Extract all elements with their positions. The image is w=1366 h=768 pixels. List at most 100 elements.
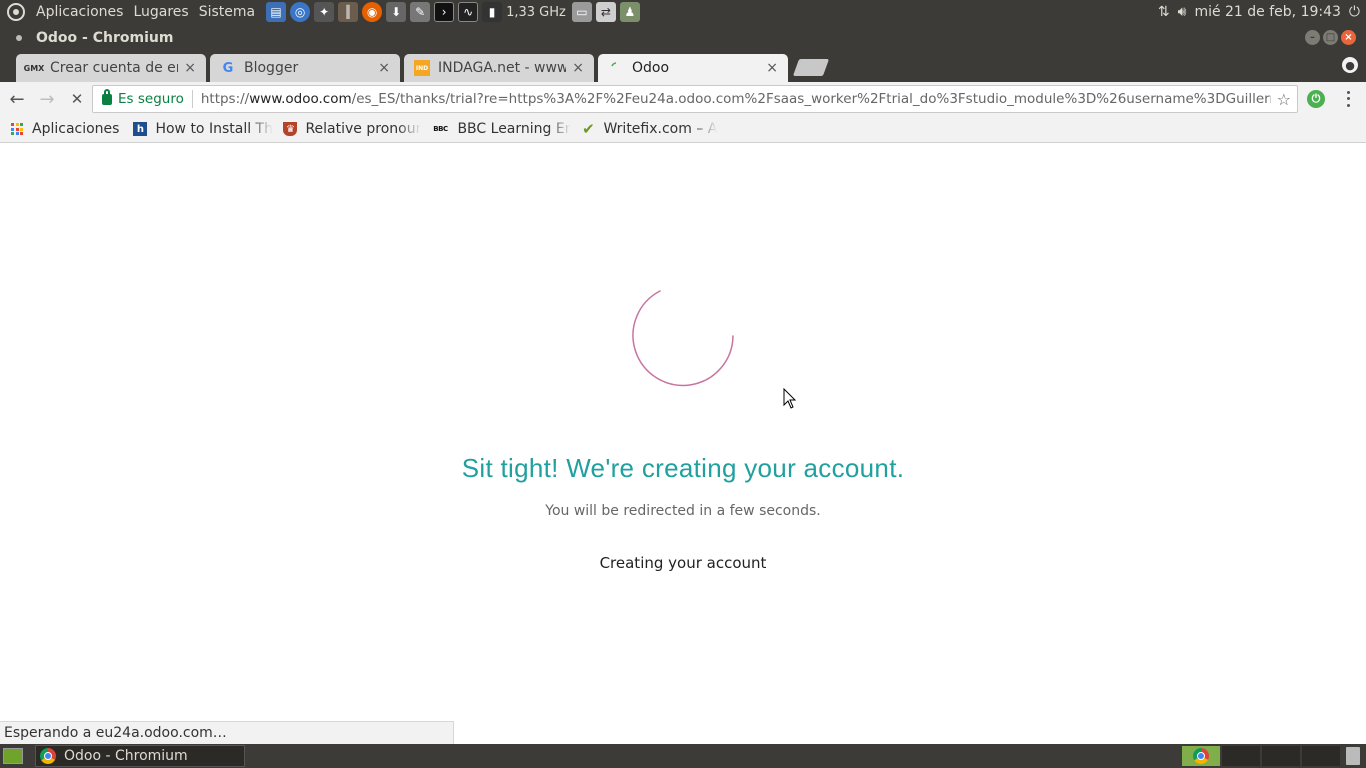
close-window-button[interactable]: × [1341, 30, 1356, 45]
page-content: Sit tight! We're creating your account. … [0, 143, 1366, 744]
workspace-1[interactable] [1182, 746, 1220, 766]
divider [191, 90, 193, 108]
gmx-favicon-icon: GMX [23, 63, 45, 73]
loading-spinner [632, 290, 734, 387]
launcher-bar: ▤ ◎ ✦ ║ ◉ ⬇ ✎ › ∿ ▮ [266, 2, 503, 22]
bookmark-bbc[interactable]: BBC BBC Learning En [431, 121, 571, 137]
chromium-icon [40, 748, 56, 764]
menu-aplicaciones[interactable]: Aplicaciones [31, 0, 128, 24]
tab-close-icon[interactable]: × [378, 60, 390, 76]
cpu-monitor-icon[interactable]: ▮ [482, 2, 503, 22]
shield-favicon-icon: ♛ [283, 122, 298, 136]
firefox-launcher-icon[interactable]: ◉ [362, 2, 383, 22]
system-tray: ⇅ 🔊︎ mié 21 de feb, 19:43 ⏻ [1158, 0, 1366, 24]
window-title: Odoo - Chromium [36, 30, 174, 46]
minimize-button[interactable]: – [1305, 30, 1320, 45]
loading-favicon-icon [608, 60, 624, 76]
back-button[interactable]: ← [4, 86, 30, 112]
tab-label: Blogger [244, 60, 299, 76]
bookmark-label: Relative pronour [305, 121, 422, 137]
status-bubble: Esperando a eu24a.odoo.com… [0, 721, 454, 744]
app-launcher-icon[interactable]: ✦ [314, 2, 335, 22]
taskbar-window-label: Odoo - Chromium [64, 748, 188, 764]
bookmark-writefix[interactable]: ✔ Writefix.com – A [581, 121, 721, 137]
disk-icon[interactable]: ▭ [571, 2, 592, 22]
bookmark-label: How to Install Th [155, 121, 273, 137]
menu-lugares[interactable]: Lugares [128, 0, 193, 24]
download-launcher-icon[interactable]: ⬇ [386, 2, 407, 22]
new-tab-button[interactable] [792, 59, 830, 76]
volume-icon[interactable]: 🔊︎ [1178, 4, 1187, 20]
workspace-4[interactable] [1302, 746, 1340, 766]
window-menu-icon[interactable] [16, 35, 22, 41]
address-bar[interactable]: Es seguro https://www.odoo.com/es_ES/tha… [92, 85, 1298, 113]
bookmark-star-icon[interactable]: ☆ [1277, 90, 1291, 109]
profile-icon[interactable]: ● [1342, 57, 1358, 73]
system-menus: Aplicaciones Lugares Sistema [31, 0, 260, 24]
forward-button[interactable]: → [34, 86, 60, 112]
taskbar-window-button[interactable]: Odoo - Chromium [35, 745, 245, 767]
trash-icon[interactable] [1346, 747, 1360, 765]
window-controls: – □ × [1305, 30, 1356, 45]
tab-close-icon[interactable]: × [572, 60, 584, 76]
indaga-favicon-icon: IND [414, 60, 430, 76]
maximize-button[interactable]: □ [1323, 30, 1338, 45]
extension-icon[interactable]: ⏻ [1307, 90, 1325, 108]
progress-status: Creating your account [599, 554, 767, 572]
menu-sistema[interactable]: Sistema [194, 0, 260, 24]
check-favicon-icon: ✔ [582, 121, 595, 137]
url-path: /es_ES/thanks/trial?re=https%3A%2F%2Feu2… [351, 91, 1271, 107]
url-text[interactable]: https://www.odoo.com/es_ES/thanks/trial?… [201, 91, 1271, 107]
bookmark-how-to-install[interactable]: h How to Install Th [133, 121, 273, 137]
text-editor-launcher-icon[interactable]: ✎ [410, 2, 431, 22]
tab-indaga[interactable]: IND INDAGA.net - www. × [404, 54, 594, 82]
tab-blogger[interactable]: G Blogger × [210, 54, 400, 82]
bbc-favicon-icon: BBC [433, 125, 448, 133]
power-icon[interactable]: ⏻ [1349, 4, 1360, 20]
document-launcher-icon[interactable]: ▤ [266, 2, 287, 22]
window-titlebar[interactable]: Odoo - Chromium – □ × [0, 24, 1366, 52]
google-favicon-icon: G [222, 60, 234, 76]
workspace-3[interactable] [1262, 746, 1300, 766]
user-launcher-icon[interactable]: ♟ [619, 2, 640, 22]
system-monitor-icon[interactable]: ∿ [458, 2, 479, 22]
bookmark-apps[interactable]: Aplicaciones [10, 121, 119, 137]
extra-launchers: ▭ ⇄ ♟ [571, 2, 640, 22]
top-panel: Aplicaciones Lugares Sistema ▤ ◎ ✦ ║ ◉ ⬇… [0, 0, 1366, 24]
screenshot-icon[interactable]: ⇄ [595, 2, 616, 22]
tab-label: Odoo [632, 60, 670, 76]
security-label[interactable]: Es seguro [118, 91, 184, 107]
tab-odoo[interactable]: Odoo × [598, 54, 788, 82]
lock-icon[interactable] [102, 88, 112, 105]
chromium-icon [1193, 748, 1209, 764]
ubuntu-logo-icon[interactable] [7, 3, 25, 21]
bookmarks-bar: Aplicaciones h How to Install Th ♛ Relat… [0, 116, 1366, 143]
stop-loading-button[interactable]: ✕ [64, 86, 90, 112]
url-scheme: https:// [200, 91, 250, 107]
tab-strip: GMX Crear cuenta de em × G Blogger × IND… [0, 52, 1366, 82]
network-icon[interactable]: ⇅ [1158, 4, 1170, 20]
tab-close-icon[interactable]: × [766, 60, 778, 76]
bottom-taskbar: Odoo - Chromium [0, 744, 1366, 768]
chromium-launcher-icon[interactable]: ◎ [290, 2, 311, 22]
apps-grid-icon [10, 122, 24, 136]
mouse-cursor-icon [783, 388, 797, 409]
redirect-message: You will be redirected in a few seconds. [545, 503, 821, 519]
workspace-switcher [1182, 746, 1340, 766]
browser-toolbar: ← → ✕ Es seguro https://www.odoo.com/es_… [0, 82, 1366, 116]
tab-label: INDAGA.net - www. [438, 60, 567, 76]
tab-close-icon[interactable]: × [184, 60, 196, 76]
terminal-launcher-icon[interactable]: › [434, 2, 455, 22]
bookmark-label: BBC Learning En [457, 121, 572, 137]
bookmark-label: Writefix.com – A [603, 121, 718, 137]
page-headline: Sit tight! We're creating your account. [461, 453, 905, 483]
h-favicon-icon: h [133, 122, 148, 136]
browser-menu-button[interactable] [1340, 89, 1356, 109]
library-launcher-icon[interactable]: ║ [338, 2, 359, 22]
url-host: www.odoo.com [249, 91, 352, 107]
clock[interactable]: mié 21 de feb, 19:43 [1194, 4, 1340, 20]
tab-gmx[interactable]: GMX Crear cuenta de em × [16, 54, 206, 82]
bookmark-relative-pronouns[interactable]: ♛ Relative pronour [283, 121, 423, 137]
workspace-2[interactable] [1222, 746, 1260, 766]
show-desktop-button[interactable] [3, 748, 23, 764]
